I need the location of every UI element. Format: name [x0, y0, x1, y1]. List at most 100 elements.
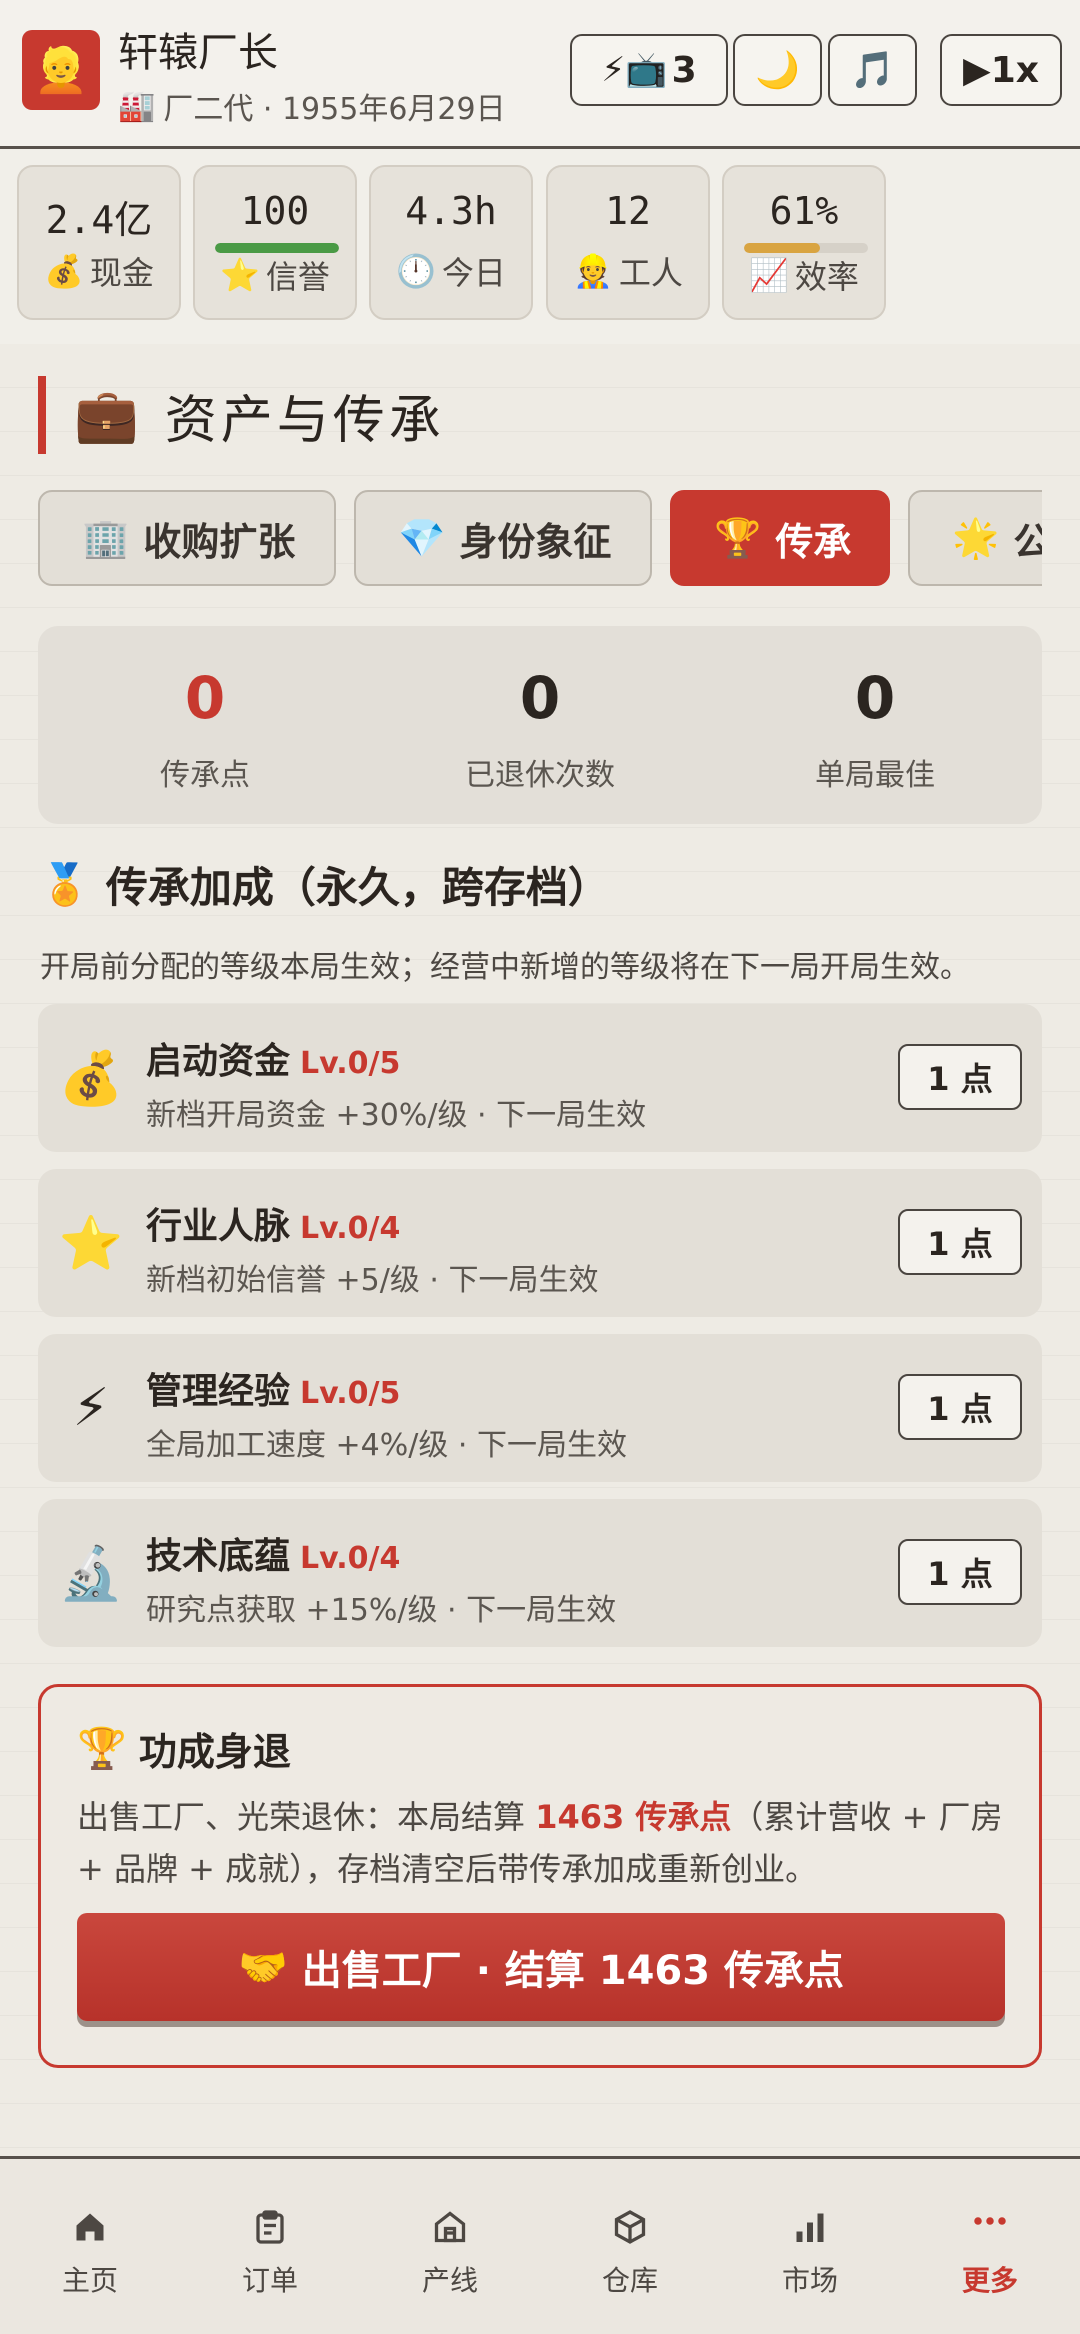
stat-today: 4.3h 🕛 今日 [369, 165, 533, 320]
star-icon: ⭐ [58, 1213, 124, 1274]
sell-factory-label: 出售工厂 · 结算 1463 传承点 [301, 1948, 845, 1994]
tab-acquisition[interactable]: 🏢 收购扩张 [38, 490, 336, 586]
player-avatar[interactable]: 👱 [22, 30, 100, 110]
lightning-tv-icon: ⚡📺 [601, 50, 668, 90]
sell-factory-button[interactable]: 🤝 出售工厂 · 结算 1463 传承点 [77, 1913, 1005, 2021]
upgrade-management-button[interactable]: 1 点 [898, 1374, 1022, 1440]
top-header: 👱 轩辕厂长 🏭 厂二代 · 1955年6月29日 ⚡📺 3 🌙 🎵 ▶1x [0, 0, 1080, 149]
trophy-icon: 🏆 [77, 1726, 127, 1772]
upgrade-starting-funds-button[interactable]: 1 点 [898, 1044, 1022, 1110]
upgrade-description: 新档开局资金 +30%/级 · 下一局生效 [146, 1098, 647, 1133]
box-icon [540, 2209, 720, 2249]
nav-warehouse[interactable]: 仓库 [540, 2159, 720, 2334]
upgrade-level: Lv.0/5 [300, 1376, 401, 1411]
legacy-bonus-title: 传承加成（永久，跨存档） [105, 863, 610, 912]
upgrade-description: 全局加工速度 +4%/级 · 下一局生效 [146, 1428, 627, 1463]
retirements-label: 已退休次数 [465, 758, 615, 793]
legacy-bonus-description: 开局前分配的等级本局生效；经营中新增的等级将在下一局开局生效。 [40, 950, 970, 985]
gem-icon: 💎 [398, 515, 446, 560]
upgrade-starting-funds: 💰 启动资金 Lv.0/5 新档开局资金 +30%/级 · 下一局生效 1 点 [38, 1004, 1042, 1152]
nav-market-label: 市场 [781, 2264, 838, 2297]
nav-orders[interactable]: 订单 [180, 2159, 360, 2334]
nav-orders-label: 订单 [241, 2264, 298, 2297]
tab-acquisition-label: 收购扩张 [143, 519, 296, 564]
tab-legacy[interactable]: 🏆 传承 [670, 490, 890, 586]
legacy-bonus-header: 🏅 传承加成（永久，跨存档） [40, 854, 610, 915]
stat-efficiency: 61% 📈 效率 [722, 165, 886, 320]
upgrade-level: Lv.0/5 [300, 1046, 401, 1081]
upgrade-tech-foundation-button[interactable]: 1 点 [898, 1539, 1022, 1605]
player-subtitle: 🏭 厂二代 · 1955年6月29日 [118, 84, 506, 128]
chart-up-icon: 📈 [749, 256, 789, 294]
trophy-icon: 🏆 [714, 515, 762, 560]
stat-cash: 2.4亿 💰 现金 [17, 165, 181, 320]
upgrade-level: Lv.0/4 [300, 1211, 401, 1246]
tab-public[interactable]: 🌟 公 [908, 490, 1042, 586]
speed-label: ▶1x [963, 49, 1039, 91]
best-run-value: 0 [854, 664, 896, 732]
energy-count: 3 [671, 49, 697, 91]
nav-production-label: 产线 [421, 2264, 478, 2297]
stat-workers-value: 12 [605, 189, 651, 233]
nav-home-label: 主页 [61, 2264, 118, 2297]
upgrade-tech-foundation: 🔬 技术底蕴 Lv.0/4 研究点获取 +15%/级 · 下一局生效 1 点 [38, 1499, 1042, 1647]
retire-points-highlight: 1463 传承点 [535, 1798, 732, 1836]
upgrade-description: 新档初始信誉 +5/级 · 下一局生效 [146, 1263, 599, 1298]
home-icon [0, 2209, 180, 2249]
legacy-points-value: 0 [184, 664, 226, 732]
stat-today-label: 今日 [441, 254, 506, 292]
worker-icon: 👷 [573, 252, 613, 290]
tab-status-symbols-label: 身份象征 [459, 519, 612, 564]
upgrade-industry-network: ⭐ 行业人脉 Lv.0/4 新档初始信誉 +5/级 · 下一局生效 1 点 [38, 1169, 1042, 1317]
upgrade-industry-network-button[interactable]: 1 点 [898, 1209, 1022, 1275]
nav-production[interactable]: 产线 [360, 2159, 540, 2334]
upgrade-description: 研究点获取 +15%/级 · 下一局生效 [146, 1593, 617, 1628]
counter-retirements: 0 已退休次数 [373, 626, 707, 824]
retire-card: 🏆 功成身退 出售工厂、光荣退休：本局结算 1463 传承点（累计营收 + 厂房… [38, 1684, 1042, 2068]
factory-line-icon [360, 2209, 540, 2249]
tab-legacy-label: 传承 [775, 519, 852, 564]
section-accent-bar [38, 376, 46, 454]
briefcase-icon: 💼 [74, 385, 139, 446]
tab-status-symbols[interactable]: 💎 身份象征 [354, 490, 652, 586]
upgrade-level: Lv.0/4 [300, 1541, 401, 1576]
music-button[interactable]: 🎵 [828, 34, 917, 106]
tab-public-label: 公 [1013, 519, 1042, 564]
best-run-label: 单局最佳 [815, 758, 935, 793]
stat-efficiency-label: 效率 [794, 258, 859, 296]
more-dots-icon [900, 2209, 1080, 2249]
upgrade-management: ⚡ 管理经验 Lv.0/5 全局加工速度 +4%/级 · 下一局生效 1 点 [38, 1334, 1042, 1482]
lightning-icon: ⚡ [72, 1378, 110, 1438]
nav-more[interactable]: 更多 [900, 2159, 1080, 2334]
legacy-summary: 0 传承点 0 已退休次数 0 单局最佳 [38, 626, 1042, 824]
night-mode-button[interactable]: 🌙 [733, 34, 822, 106]
factory-icon: 🏭 [118, 88, 156, 124]
upgrade-name: 启动资金 [146, 1041, 291, 1082]
stat-reputation: 100 ⭐ 信誉 [193, 165, 357, 320]
stat-workers-label: 工人 [618, 254, 683, 292]
energy-tv-button[interactable]: ⚡📺 3 [570, 34, 728, 106]
microscope-icon: 🔬 [58, 1543, 124, 1604]
moon-icon: 🌙 [755, 50, 800, 91]
stat-reputation-label: 信誉 [265, 258, 330, 296]
avatar-face-icon: 👱 [33, 45, 89, 96]
nav-market[interactable]: 市场 [720, 2159, 900, 2334]
player-subtitle-text: 厂二代 · 1955年6月29日 [163, 92, 506, 127]
section-header: 💼 资产与传承 [38, 376, 445, 454]
stat-efficiency-value: 61% [769, 189, 839, 233]
office-building-icon: 🏢 [82, 515, 130, 560]
retire-description: 出售工厂、光荣退休：本局结算 1463 传承点（累计营收 + 厂房 + 品牌 +… [77, 1798, 1003, 1888]
legacy-points-label: 传承点 [160, 758, 250, 793]
music-note-icon: 🎵 [850, 50, 895, 91]
clipboard-icon [180, 2209, 360, 2249]
nav-home[interactable]: 主页 [0, 2159, 180, 2334]
money-bag-icon: 💰 [44, 252, 84, 290]
stat-cash-label: 现金 [89, 254, 154, 292]
sub-tabs: 🏢 收购扩张 💎 身份象征 🏆 传承 🌟 公 [38, 490, 1042, 588]
speed-button[interactable]: ▶1x [940, 34, 1062, 106]
stat-reputation-value: 100 [240, 189, 310, 233]
bar-chart-icon [720, 2209, 900, 2249]
money-bag-icon: 💰 [58, 1048, 124, 1109]
counter-legacy-points: 0 传承点 [38, 626, 372, 824]
player-name: 轩辕厂长 [118, 30, 278, 76]
